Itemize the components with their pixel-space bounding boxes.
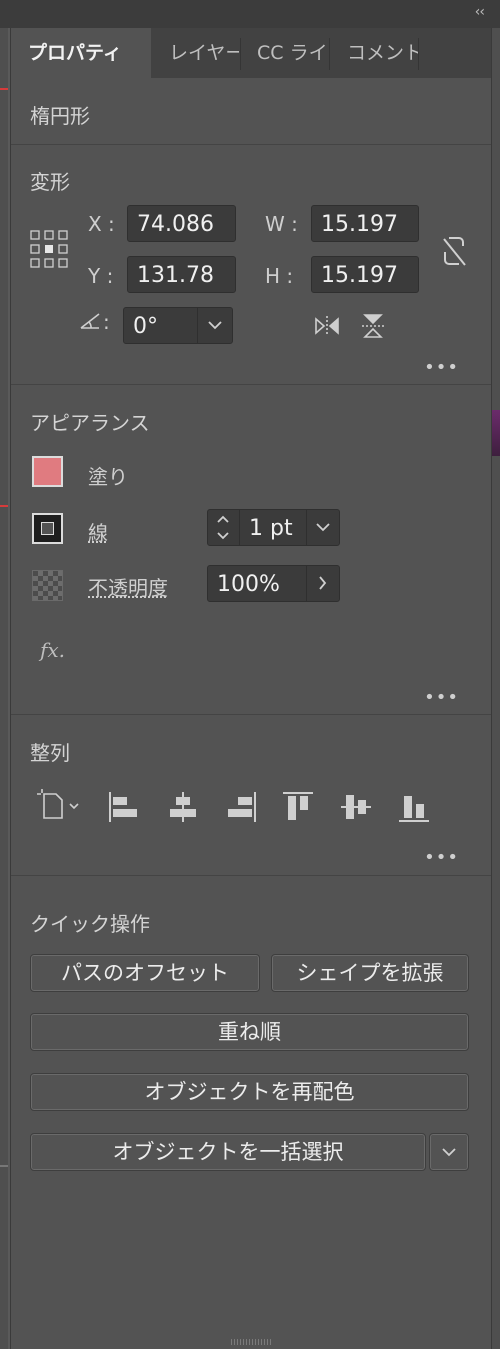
rotate-angle-input[interactable]: 0° (123, 307, 233, 344)
constrain-proportions-icon[interactable] (441, 234, 469, 268)
quick-actions-title: クイック操作 (30, 912, 150, 936)
fill-label: 塗り (88, 465, 128, 489)
canvas-guide-line (0, 88, 8, 90)
align-horizontal-center-icon[interactable] (166, 790, 200, 824)
stroke-weight-value: 1 pt (249, 516, 293, 541)
align-title: 整列 (30, 741, 70, 765)
chevron-right-icon (319, 576, 327, 590)
tab-separator (418, 38, 419, 70)
appearance-title: アピアランス (30, 411, 150, 435)
canvas-artwork-fragment (491, 410, 500, 456)
panel-tabs: プロパティ レイヤー CC ライ コメント (11, 28, 491, 78)
opacity-expand[interactable] (306, 566, 339, 601)
angle-label: : (103, 310, 110, 334)
select-same-dropdown[interactable] (429, 1133, 469, 1171)
chevron-down-icon (208, 321, 222, 330)
opacity-swatch[interactable] (32, 570, 63, 601)
reference-point-icon[interactable] (30, 230, 68, 268)
h-label: H : (265, 264, 294, 288)
x-label: X : (88, 212, 115, 236)
angle-dropdown[interactable] (197, 308, 232, 343)
tab-comments[interactable]: コメント (330, 28, 418, 78)
opacity-value: 100% (217, 572, 280, 597)
tab-properties[interactable]: プロパティ (11, 28, 151, 78)
tab-cc-libraries[interactable]: CC ライ (241, 28, 329, 78)
align-left-icon[interactable] (107, 790, 141, 824)
x-input[interactable]: 74.086 (127, 205, 236, 242)
arrange-button[interactable]: 重ね順 (30, 1013, 469, 1051)
panel-topbar: ‹‹ (0, 0, 500, 28)
rotate-angle-icon (80, 313, 100, 329)
y-input[interactable]: 131.78 (127, 256, 236, 293)
height-input[interactable]: 15.197 (311, 256, 419, 293)
stroke-swatch[interactable] (32, 513, 63, 544)
stroke-weight-dropdown[interactable] (306, 510, 339, 545)
offset-path-button[interactable]: パスのオフセット (30, 954, 260, 992)
stroke-label[interactable]: 線 (88, 517, 108, 546)
divider (11, 144, 491, 145)
align-vertical-center-icon[interactable] (339, 790, 373, 824)
flip-horizontal-icon[interactable] (313, 315, 341, 337)
select-same-button[interactable]: オブジェクトを一括選択 (30, 1133, 426, 1171)
chevron-down-icon (442, 1148, 456, 1157)
width-input[interactable]: 15.197 (311, 205, 419, 242)
canvas-mark (0, 1165, 8, 1167)
align-to-selection-icon[interactable] (36, 788, 86, 824)
recolor-artwork-button[interactable]: オブジェクトを再配色 (30, 1073, 469, 1111)
properties-panel: プロパティ レイヤー CC ライ コメント 楕円形 変形 X : 74.086 … (10, 28, 492, 1349)
object-type-label: 楕円形 (30, 104, 90, 128)
panel-resize-handle[interactable] (231, 1339, 271, 1345)
opacity-label[interactable]: 不透明度 (88, 572, 168, 601)
canvas-guide-line (0, 505, 8, 507)
canvas-left-edge (0, 0, 8, 1349)
collapse-panel-icon[interactable]: ‹‹ (475, 4, 485, 20)
stepper-icon (217, 515, 229, 540)
divider (11, 384, 491, 385)
fill-swatch[interactable] (32, 456, 63, 487)
flip-vertical-icon[interactable] (361, 312, 385, 340)
y-label: Y : (88, 264, 114, 288)
rotate-angle-value: 0° (133, 314, 158, 339)
tab-layers[interactable]: レイヤー (151, 28, 239, 78)
w-label: W : (265, 212, 298, 236)
stroke-stepper[interactable] (208, 510, 240, 545)
align-bottom-icon[interactable] (397, 790, 431, 824)
divider (11, 875, 491, 876)
align-right-icon[interactable] (224, 790, 258, 824)
align-top-icon[interactable] (281, 790, 315, 824)
transform-more-options[interactable]: ••• (424, 357, 459, 378)
chevron-down-icon (316, 523, 330, 532)
align-more-options[interactable]: ••• (424, 847, 459, 868)
opacity-input[interactable]: 100% (207, 565, 340, 602)
stroke-weight-control[interactable]: 1 pt (207, 509, 340, 546)
canvas-right-edge (491, 0, 500, 1349)
expand-shape-button[interactable]: シェイプを拡張 (271, 954, 469, 992)
divider (11, 714, 491, 715)
transform-title: 変形 (30, 170, 70, 194)
fx-effects-icon[interactable]: fx. (40, 638, 65, 662)
stroke-swatch-inner (41, 522, 54, 535)
appearance-more-options[interactable]: ••• (424, 687, 459, 708)
